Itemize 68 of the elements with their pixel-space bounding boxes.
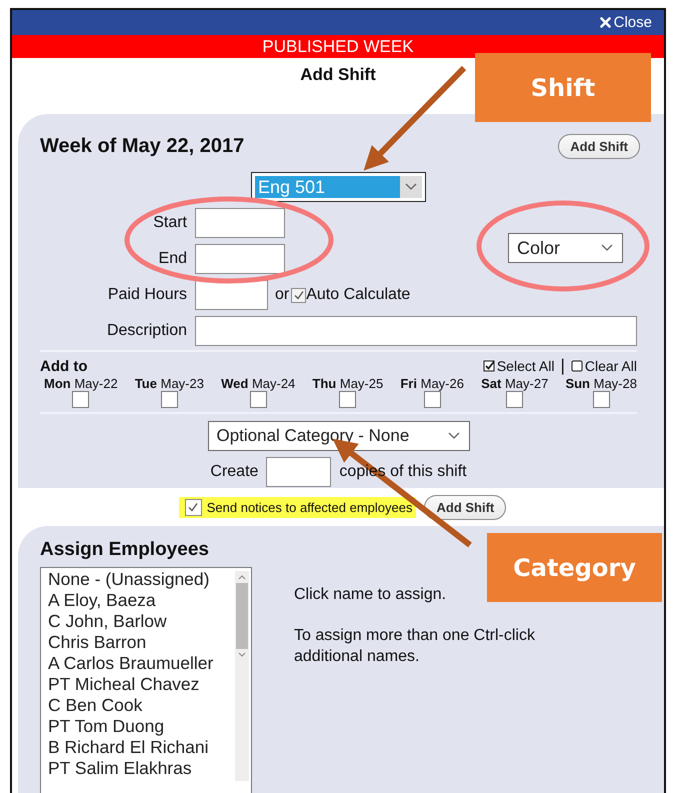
create-label: Create	[210, 463, 258, 481]
hint-text: Click name to assign.	[294, 585, 448, 605]
day-checkbox[interactable]	[160, 391, 178, 408]
description-field[interactable]	[195, 316, 637, 346]
day-label: Thu May-25	[312, 376, 384, 391]
close-button[interactable]: Close	[600, 14, 652, 31]
assign-heading: Assign Employees	[40, 539, 210, 561]
select-all-link[interactable]: Select All	[482, 358, 554, 374]
callout-label: Shift	[475, 53, 651, 122]
field-label: Start	[152, 214, 187, 232]
employee-item[interactable]: PT Micheal Chavez	[48, 674, 235, 695]
color-select[interactable]: Color	[508, 233, 623, 263]
day-label: Mon May-22	[44, 376, 118, 391]
caret-icon	[405, 183, 417, 191]
add-shift-button[interactable]: Add Shift	[424, 494, 506, 520]
close-icon	[600, 17, 611, 28]
field-label: Paid Hours	[106, 286, 187, 304]
caret-icon	[448, 432, 460, 440]
empty-box-icon	[570, 360, 583, 372]
employee-item[interactable]: A Carlos Braumueller	[48, 653, 235, 674]
or-text: or	[275, 286, 290, 304]
week-heading: Week of May 22, 2017	[40, 134, 244, 158]
clear-all-link[interactable]: Clear All	[570, 358, 637, 374]
hint-text: To assign more than one Ctrl-click additional names.	[294, 626, 536, 667]
day-label: Fri May-26	[400, 376, 464, 391]
employee-item[interactable]: B Richard El Richani	[48, 737, 235, 758]
day-checkbox[interactable]	[72, 391, 90, 408]
callout-label: Category	[487, 533, 662, 602]
add-shift-button[interactable]: Add Shift	[558, 134, 640, 158]
day-checkbox[interactable]	[506, 391, 524, 408]
employee-item[interactable]: PT Salim Elakhras	[48, 758, 235, 779]
start-field[interactable]	[195, 208, 285, 238]
caret-icon	[601, 244, 613, 252]
published-banner: PUBLISHED WEEK	[12, 35, 664, 58]
day-label: Tue May-23	[134, 376, 204, 391]
separator-text: |	[560, 356, 565, 376]
checked-box-icon	[482, 360, 495, 372]
dialog-title: Add Shift	[300, 65, 376, 84]
day-label: Sat May-27	[481, 376, 548, 391]
checkbox-label: Send notices to affected employees	[206, 500, 412, 514]
day-label: Sun May-28	[565, 376, 637, 391]
day-checkbox[interactable]	[424, 391, 441, 408]
day-checkbox[interactable]	[339, 391, 356, 408]
day-checkbox[interactable]	[250, 391, 267, 408]
check-icon	[187, 501, 200, 513]
scroll-up-icon	[237, 573, 247, 581]
category-select[interactable]: Optional Category - None	[208, 421, 470, 451]
scroll-down-icon	[237, 651, 247, 659]
field-label: Description	[106, 322, 187, 340]
employee-item[interactable]: Chris Barron	[48, 632, 235, 653]
end-field[interactable]	[195, 244, 285, 274]
employee-item[interactable]: C John, Barlow	[48, 611, 235, 632]
day-checkbox[interactable]	[592, 391, 610, 408]
checkbox[interactable]	[184, 498, 202, 516]
employee-item[interactable]: C Ben Cook	[48, 695, 235, 716]
checkbox-label: Auto Calculate	[306, 286, 410, 304]
day-label: Wed May-24	[221, 376, 296, 391]
section-label: Add to	[40, 358, 88, 374]
field-label: End	[158, 250, 187, 268]
copies-field[interactable]	[266, 457, 332, 487]
employee-item[interactable]: None - (Unassigned)	[48, 569, 235, 590]
employee-list[interactable]: None - (Unassigned) A Eloy, Baeza C John, Barlow Chris Barron A Carlos Braumueller PT Micheal Chavez C Ben Cook PT Tom Duong B Richard El Richani PT Salim Elakhras	[40, 567, 252, 793]
paid-hours-field[interactable]	[195, 280, 268, 310]
checkbox[interactable]	[291, 288, 306, 302]
employee-item[interactable]: PT Tom Duong	[48, 716, 235, 737]
check-icon	[292, 289, 305, 301]
employee-item[interactable]: A Eloy, Baeza	[48, 590, 235, 611]
scrollbar[interactable]	[235, 571, 249, 781]
